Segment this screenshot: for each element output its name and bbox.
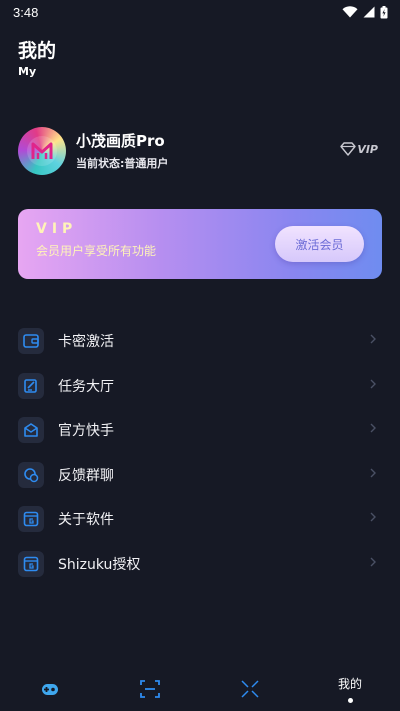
- wifi-icon: [342, 6, 358, 18]
- task-icon: [18, 372, 44, 399]
- chat-icon: [18, 461, 44, 488]
- vip-badge: VIP: [340, 142, 378, 156]
- nav-tab-my-label: 我的: [337, 676, 362, 691]
- chevron-right-icon: [370, 379, 376, 388]
- chevron-right-icon: [370, 557, 376, 566]
- page-title: 我的: [18, 40, 57, 62]
- vip-card-description: 会员用户享受所有功能: [36, 244, 157, 258]
- chevron-right-icon: [370, 334, 376, 344]
- wallet-icon: [18, 328, 44, 355]
- diamond-icon: [340, 142, 357, 156]
- battery-icon: [380, 5, 388, 18]
- gamepad-icon: [42, 683, 58, 695]
- signal-icon: [363, 6, 375, 18]
- mail-icon: [18, 417, 44, 444]
- page-subtitle: My: [18, 65, 37, 78]
- menu-item-label: Shizuku授权: [58, 556, 141, 573]
- status-bar: 3:48: [0, 0, 400, 24]
- chevron-right-icon: [370, 423, 376, 433]
- status-icons: [342, 5, 388, 19]
- menu-item-about[interactable]: 关于软件: [0, 497, 400, 542]
- tools-icon: [241, 679, 259, 698]
- vip-card-title: VIP: [36, 221, 78, 237]
- app-g-icon: [18, 550, 44, 577]
- menu-item-shizuku-auth[interactable]: Shizuku授权: [0, 542, 400, 587]
- chevron-right-icon: [370, 468, 376, 477]
- logo-m-icon: [27, 136, 57, 166]
- menu-list: 卡密激活 任务大厅 官方快手 反馈群聊 关于软件 Shizuku授权: [0, 319, 400, 586]
- menu-item-label: 反馈群聊: [58, 467, 114, 484]
- profile-name: 小茂画质Pro: [76, 131, 165, 150]
- bottom-nav: 我的: [0, 666, 400, 711]
- chevron-right-icon: [370, 512, 376, 522]
- nav-tab-tools[interactable]: [225, 666, 275, 711]
- menu-item-card-activation[interactable]: 卡密激活: [0, 319, 400, 364]
- menu-item-task-hall[interactable]: 任务大厅: [0, 364, 400, 409]
- menu-item-label: 任务大厅: [58, 378, 114, 395]
- nav-tab-my[interactable]: 我的: [325, 666, 375, 711]
- activate-vip-button[interactable]: 激活会员: [275, 226, 364, 262]
- profile-card[interactable]: 小茂画质Pro 当前状态:普通用户 VIP: [18, 126, 382, 176]
- avatar[interactable]: [18, 127, 66, 175]
- status-time: 3:48: [13, 4, 39, 20]
- menu-item-feedback-group[interactable]: 反馈群聊: [0, 453, 400, 498]
- profile-status: 当前状态:普通用户: [76, 156, 169, 170]
- app-g-icon: [18, 506, 44, 533]
- nav-tab-game[interactable]: [25, 666, 75, 711]
- menu-item-official-kuaishou[interactable]: 官方快手: [0, 408, 400, 453]
- vip-badge-label: VIP: [357, 142, 378, 156]
- menu-item-label: 关于软件: [58, 512, 114, 529]
- nav-tab-scan[interactable]: [125, 666, 175, 711]
- menu-item-label: 官方快手: [58, 423, 114, 440]
- scan-icon: [140, 679, 160, 698]
- vip-card: VIP 会员用户享受所有功能 激活会员: [18, 209, 382, 279]
- active-indicator-dot: [347, 697, 353, 703]
- menu-item-label: 卡密激活: [58, 334, 114, 351]
